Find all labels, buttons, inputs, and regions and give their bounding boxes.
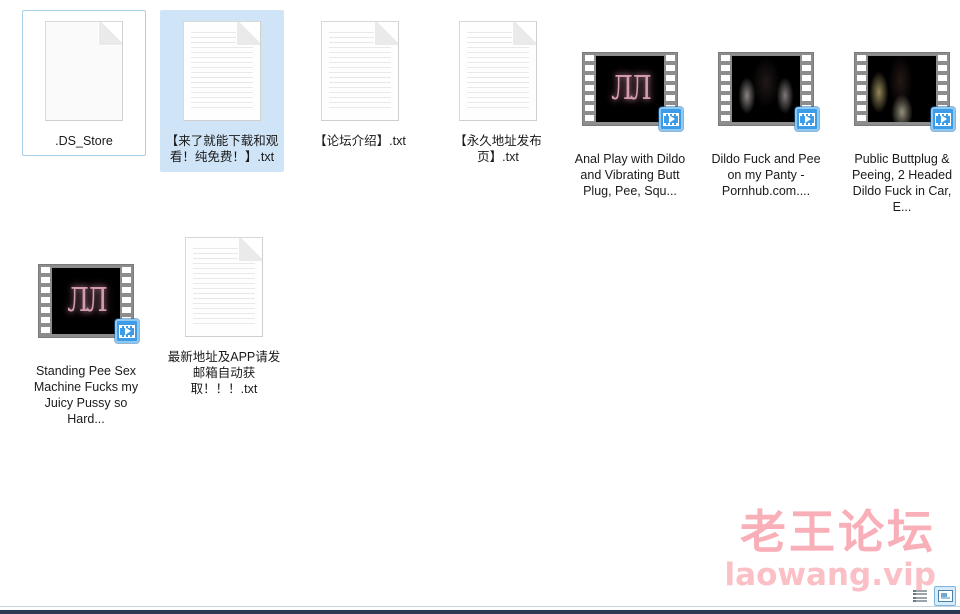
video-thumbnail (868, 56, 936, 122)
play-triangle-icon (669, 115, 675, 123)
video-play-badge-icon (659, 107, 683, 131)
video-thumbnail (732, 56, 800, 122)
film-perforation-left (585, 55, 594, 123)
file-item[interactable]: 最新地址及APP请发邮箱自动获取！！！.txt (162, 226, 286, 404)
text-file-icon (321, 21, 399, 121)
file-name-label: 最新地址及APP请发邮箱自动获取！！！.txt (167, 350, 281, 396)
video-thumbnail: ЛЛ (596, 56, 664, 122)
file-icon-slot (312, 15, 408, 127)
film-perforation-left (41, 267, 50, 335)
film-frame-outline (663, 112, 679, 126)
large-icons-icon (937, 590, 953, 602)
file-icon-slot (36, 15, 132, 127)
file-name-label: .DS_Store (55, 134, 113, 148)
video-play-badge-icon (115, 319, 139, 343)
file-name-label: Standing Pee Sex Machine Fucks my Juicy … (33, 364, 142, 426)
video-file-icon (718, 52, 819, 131)
view-mode-toggle-group[interactable] (909, 586, 956, 606)
video-thumbnail: ЛЛ (52, 268, 120, 334)
ornamental-monogram-icon: ЛЛ (611, 70, 651, 108)
text-file-icon (183, 21, 261, 121)
window-bottom-border (0, 606, 960, 614)
ornamental-monogram-icon: ЛЛ (67, 282, 107, 320)
film-perforation-left (721, 55, 730, 123)
file-icon-slot: ЛЛ (38, 245, 139, 357)
page-fold-corner-icon (239, 238, 262, 261)
video-file-icon: ЛЛ (38, 264, 139, 343)
file-item[interactable]: ЛЛ Standing Pee Sex Machine Fucks my Juic… (24, 240, 148, 434)
page-fold-corner-icon (513, 22, 536, 45)
page-fold-corner-icon (375, 22, 398, 45)
file-item[interactable]: 【论坛介绍】.txt (298, 10, 422, 156)
video-file-icon (854, 52, 955, 131)
file-item[interactable]: Public Buttplug & Peeing, 2 Headed Dildo… (840, 28, 960, 222)
film-frame-outline (799, 112, 815, 126)
play-triangle-icon (125, 327, 131, 335)
file-icon-slot (176, 231, 272, 343)
video-play-badge-icon (931, 107, 955, 131)
film-frame-outline (119, 324, 135, 338)
details-list-icon (913, 590, 927, 602)
file-icon-slot (450, 15, 546, 127)
file-icon-slot (718, 33, 819, 145)
file-item[interactable]: .DS_Store (22, 10, 146, 156)
file-name-label: Dildo Fuck and Pee on my Panty - Pornhub… (711, 152, 825, 198)
text-file-icon (459, 21, 537, 121)
play-triangle-icon (941, 115, 947, 123)
file-item[interactable]: 【来了就能下载和观看！纯免费！】.txt (160, 10, 284, 172)
file-icon-slot: ЛЛ (582, 33, 683, 145)
film-frame-outline (935, 112, 951, 126)
file-name-label: Public Buttplug & Peeing, 2 Headed Dildo… (851, 152, 956, 214)
icon-grid: .DS_Store 【来了就能下载和观看！纯免费！】.txt 【论坛介绍】.txt 【… (0, 0, 960, 426)
play-triangle-icon (805, 115, 811, 123)
details-view-button[interactable] (909, 586, 931, 606)
file-icon-slot (174, 15, 270, 127)
file-item[interactable]: Dildo Fuck and Pee on my Panty - Pornhub… (704, 28, 828, 206)
video-play-badge-icon (795, 107, 819, 131)
file-icon-slot (854, 33, 955, 145)
large-icons-view-button[interactable] (934, 586, 956, 606)
film-perforation-left (857, 55, 866, 123)
file-list-pane[interactable]: .DS_Store 【来了就能下载和观看！纯免费！】.txt 【论坛介绍】.txt 【… (0, 0, 960, 606)
file-name-label: 【来了就能下载和观看！纯免费！】.txt (165, 134, 279, 164)
blank-file-icon (45, 21, 123, 121)
text-file-icon (185, 237, 263, 337)
file-item[interactable]: ЛЛ Anal Play with Dildo and Vibrating But… (568, 28, 692, 206)
file-name-label: Anal Play with Dildo and Vibrating Butt … (574, 152, 689, 198)
video-file-icon: ЛЛ (582, 52, 683, 131)
page-fold-corner-icon (237, 22, 260, 45)
file-item[interactable]: 【永久地址发布页】.txt (436, 10, 560, 172)
file-name-label: 【论坛介绍】.txt (314, 134, 406, 148)
file-name-label: 【永久地址发布页】.txt (454, 134, 542, 164)
page-fold-corner-icon (99, 22, 122, 45)
